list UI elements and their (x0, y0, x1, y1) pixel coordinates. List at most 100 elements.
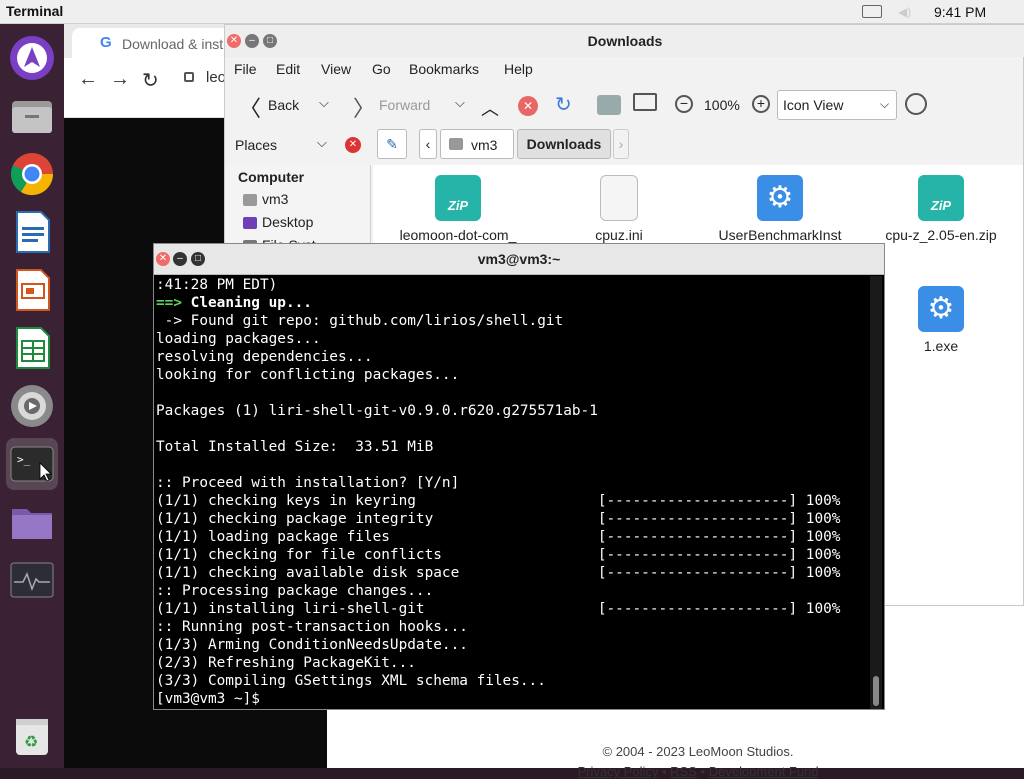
terminal-line: (1/1) loading package files [-----------… (156, 529, 841, 545)
zip-icon: ZiP (435, 175, 481, 221)
terminal-line: (1/1) installing liri-shell-git [-------… (156, 601, 841, 617)
menu-view[interactable]: View (321, 61, 351, 77)
settings-icon[interactable] (6, 380, 58, 432)
terminal-line: :: Processing package changes... (156, 583, 434, 599)
breadcrumb-downloads[interactable]: Downloads (517, 129, 611, 159)
breadcrumb-vm3[interactable]: vm3 (440, 129, 514, 159)
browser-tab[interactable]: G Download & inst (72, 28, 232, 58)
stop-icon[interactable]: ✕ (518, 96, 538, 116)
browser-forward-icon[interactable]: → (110, 68, 130, 91)
up-icon[interactable]: ︿ (481, 95, 499, 121)
edit-location-icon[interactable]: ✎ (377, 129, 407, 159)
menu-file[interactable]: File (234, 61, 257, 77)
calc-icon[interactable] (6, 322, 58, 374)
navigation-toolbar: 〈 Back ⌵ 〉 Forward ⌵ ︿ ✕ ↻ − 100% + Icon… (225, 83, 1024, 127)
reload-icon[interactable]: ↻ (555, 92, 572, 117)
file-item[interactable]: ZiP cpu-z_2.05-en.zip (866, 175, 1016, 243)
back-history-chevron-icon[interactable]: ⌵ (319, 95, 329, 111)
keyboard-icon[interactable] (862, 5, 882, 18)
file-name: cpuz.ini (595, 227, 643, 243)
terminal-scrollbar[interactable] (870, 276, 882, 709)
terminal-line: looking for conflicting packages... (156, 367, 460, 383)
volume-icon[interactable]: ◀) (898, 5, 914, 19)
menu-bookmarks[interactable]: Bookmarks (409, 61, 479, 77)
places-chevron-icon[interactable]: ⌵ (317, 135, 327, 151)
breadcrumb-left-icon[interactable]: ‹ (419, 129, 437, 159)
file-item[interactable]: ⚙ UserBenchmarkInst (705, 175, 855, 243)
forward-icon[interactable]: 〉 (353, 91, 375, 123)
zoom-out-icon[interactable]: − (675, 95, 693, 113)
writer-icon[interactable] (6, 206, 58, 258)
app-launcher-icon[interactable] (6, 32, 58, 84)
terminal-icon[interactable]: >_ (6, 438, 58, 490)
menu-edit[interactable]: Edit (276, 61, 300, 77)
file-item[interactable]: ⚙ 1.exe (866, 286, 1016, 354)
terminal-line: resolving dependencies... (156, 349, 373, 365)
privacy-policy-link[interactable]: Privacy Policy (577, 764, 658, 779)
terminal-line: Total Installed Size: 33.51 MiB (156, 439, 434, 455)
exe-gear-icon: ⚙ (757, 175, 803, 221)
menu-help[interactable]: Help (504, 61, 533, 77)
sidebar-header-computer: Computer (238, 169, 305, 185)
folder-icon[interactable] (6, 496, 58, 548)
forward-history-chevron-icon[interactable]: ⌵ (455, 95, 465, 111)
file-name: 1.exe (923, 338, 959, 354)
file-manager-titlebar[interactable]: ✕ – □ Downloads (225, 25, 1024, 57)
breadcrumb-right-icon[interactable]: › (613, 129, 629, 159)
active-app-name[interactable]: Terminal (6, 3, 63, 19)
lock-icon[interactable] (184, 72, 194, 82)
computer-icon[interactable] (633, 93, 657, 111)
files-icon[interactable] (6, 90, 58, 142)
home-icon (243, 194, 257, 206)
top-bar: Terminal ◀) 9:41 PM (0, 0, 1024, 24)
terminal-titlebar[interactable]: ✕ – □ vm3@vm3:~ (154, 244, 884, 275)
browser-reload-icon[interactable]: ↻ (142, 68, 159, 93)
back-icon[interactable]: 〈 (239, 91, 261, 123)
desktop-icon (243, 217, 257, 229)
impress-icon[interactable] (6, 264, 58, 316)
terminal-title: vm3@vm3:~ (477, 251, 561, 267)
file-item[interactable]: cpuz.ini (544, 175, 694, 243)
breadcrumb-vm3-label: vm3 (471, 137, 498, 153)
browser-tab-title: Download & inst (122, 36, 224, 52)
trash-icon[interactable]: ♻ (6, 710, 58, 762)
view-mode-value: Icon View (783, 97, 844, 113)
zoom-in-icon[interactable]: + (752, 95, 770, 113)
menu-go[interactable]: Go (372, 61, 391, 77)
system-monitor-icon[interactable] (6, 554, 58, 606)
zip-icon: ZiP (918, 175, 964, 221)
home-icon[interactable] (597, 95, 621, 115)
svg-text:♻: ♻ (24, 734, 38, 751)
rss-link[interactable]: RSS (670, 764, 697, 779)
zoom-level: 100% (704, 97, 740, 113)
page-box (886, 608, 958, 638)
view-mode-select[interactable]: Icon View ⌵ (777, 90, 897, 120)
places-label[interactable]: Places (235, 137, 277, 153)
terminal-line: (2/3) Refreshing PackageKit... (156, 655, 416, 671)
development-fund-link[interactable]: Development Fund (709, 764, 819, 779)
chevron-down-icon: ⌵ (880, 97, 890, 111)
footer-links: Privacy Policy • RSS • Development Fund (328, 764, 1023, 779)
terminal-line: [vm3@vm3 ~]$ (156, 691, 269, 707)
close-sidebar-icon[interactable]: ✕ (345, 137, 361, 153)
scrollbar-thumb[interactable] (873, 676, 879, 706)
file-item[interactable]: ZiP leomoon-dot-com_ (383, 175, 533, 243)
terminal-line: (1/1) checking keys in keyring [--------… (156, 493, 841, 509)
forward-button[interactable]: Forward (379, 97, 430, 113)
terminal-output[interactable]: :41:28 PM EDT) ==> Cleaning up... -> Foun… (156, 276, 868, 709)
browser-back-icon[interactable]: ← (78, 68, 98, 91)
back-button[interactable]: Back (268, 97, 299, 113)
clock[interactable]: 9:41 PM (934, 4, 986, 20)
chrome-icon[interactable] (6, 148, 58, 200)
file-name: UserBenchmarkInst (718, 227, 842, 243)
terminal-line: (1/1) checking available disk space [---… (156, 565, 841, 581)
menubar: File Edit View Go Bookmarks Help (225, 57, 1024, 83)
terminal-line: (1/1) checking for file conflicts [-----… (156, 547, 841, 563)
terminal-line: Packages (1) liri-shell-git-v0.9.0.r620.… (156, 403, 598, 419)
text-file-icon (600, 175, 638, 221)
terminal-line: loading packages... (156, 331, 321, 347)
file-manager-title: Downloads (587, 33, 663, 49)
search-icon[interactable] (905, 93, 927, 115)
